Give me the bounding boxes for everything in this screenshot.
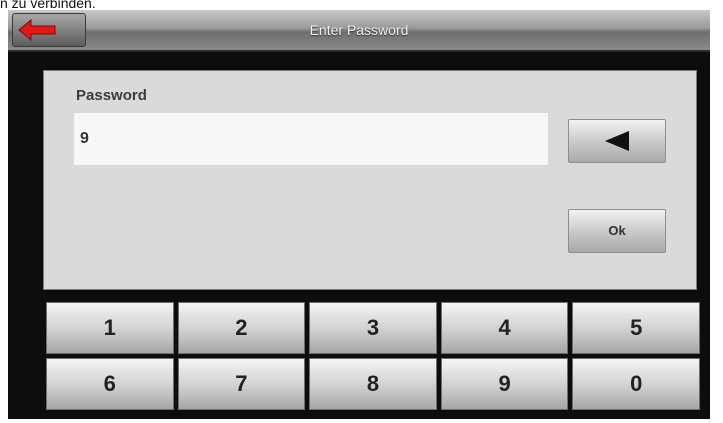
key-label: 7 xyxy=(235,371,248,396)
key-label: 5 xyxy=(630,315,643,340)
key-label: 2 xyxy=(235,315,248,340)
backspace-triangle-icon xyxy=(605,131,629,151)
key-4[interactable]: 4 xyxy=(440,302,569,354)
backspace-button[interactable] xyxy=(568,119,666,163)
ok-button-label: Ok xyxy=(608,223,626,238)
caption-text: n zu verbinden. xyxy=(0,0,96,11)
key-label: 4 xyxy=(498,315,511,340)
title-bar: Enter Password xyxy=(8,10,710,52)
key-7[interactable]: 7 xyxy=(177,358,306,410)
key-label: 3 xyxy=(366,315,380,340)
key-label: 8 xyxy=(366,371,380,396)
key-5[interactable]: 5 xyxy=(572,302,700,354)
key-1[interactable]: 1 xyxy=(46,302,174,354)
key-label: 6 xyxy=(103,371,116,396)
password-input[interactable]: 9 xyxy=(74,113,548,165)
key-2[interactable]: 2 xyxy=(177,302,306,354)
ok-button[interactable]: Ok xyxy=(568,209,666,253)
numeric-keypad: 1 2 3 4 5 6 7 8 9 0 xyxy=(46,302,700,410)
device-screen: Enter Password Password 9 Ok 1 2 3 4 5 6… xyxy=(8,10,710,419)
key-3[interactable]: 3 xyxy=(309,302,437,354)
key-9[interactable]: 9 xyxy=(440,358,569,410)
back-button[interactable] xyxy=(12,13,86,47)
key-label: 1 xyxy=(103,315,116,340)
key-8[interactable]: 8 xyxy=(309,358,437,410)
back-arrow-icon xyxy=(18,18,56,42)
key-label: 9 xyxy=(498,371,511,396)
key-label: 0 xyxy=(630,371,643,396)
password-panel: Password 9 Ok xyxy=(43,70,697,290)
password-label: Password xyxy=(76,87,147,104)
key-6[interactable]: 6 xyxy=(46,358,174,410)
window-title: Enter Password xyxy=(309,22,409,38)
key-0[interactable]: 0 xyxy=(572,358,700,410)
page: n zu verbinden. Enter Password Password … xyxy=(0,0,723,423)
